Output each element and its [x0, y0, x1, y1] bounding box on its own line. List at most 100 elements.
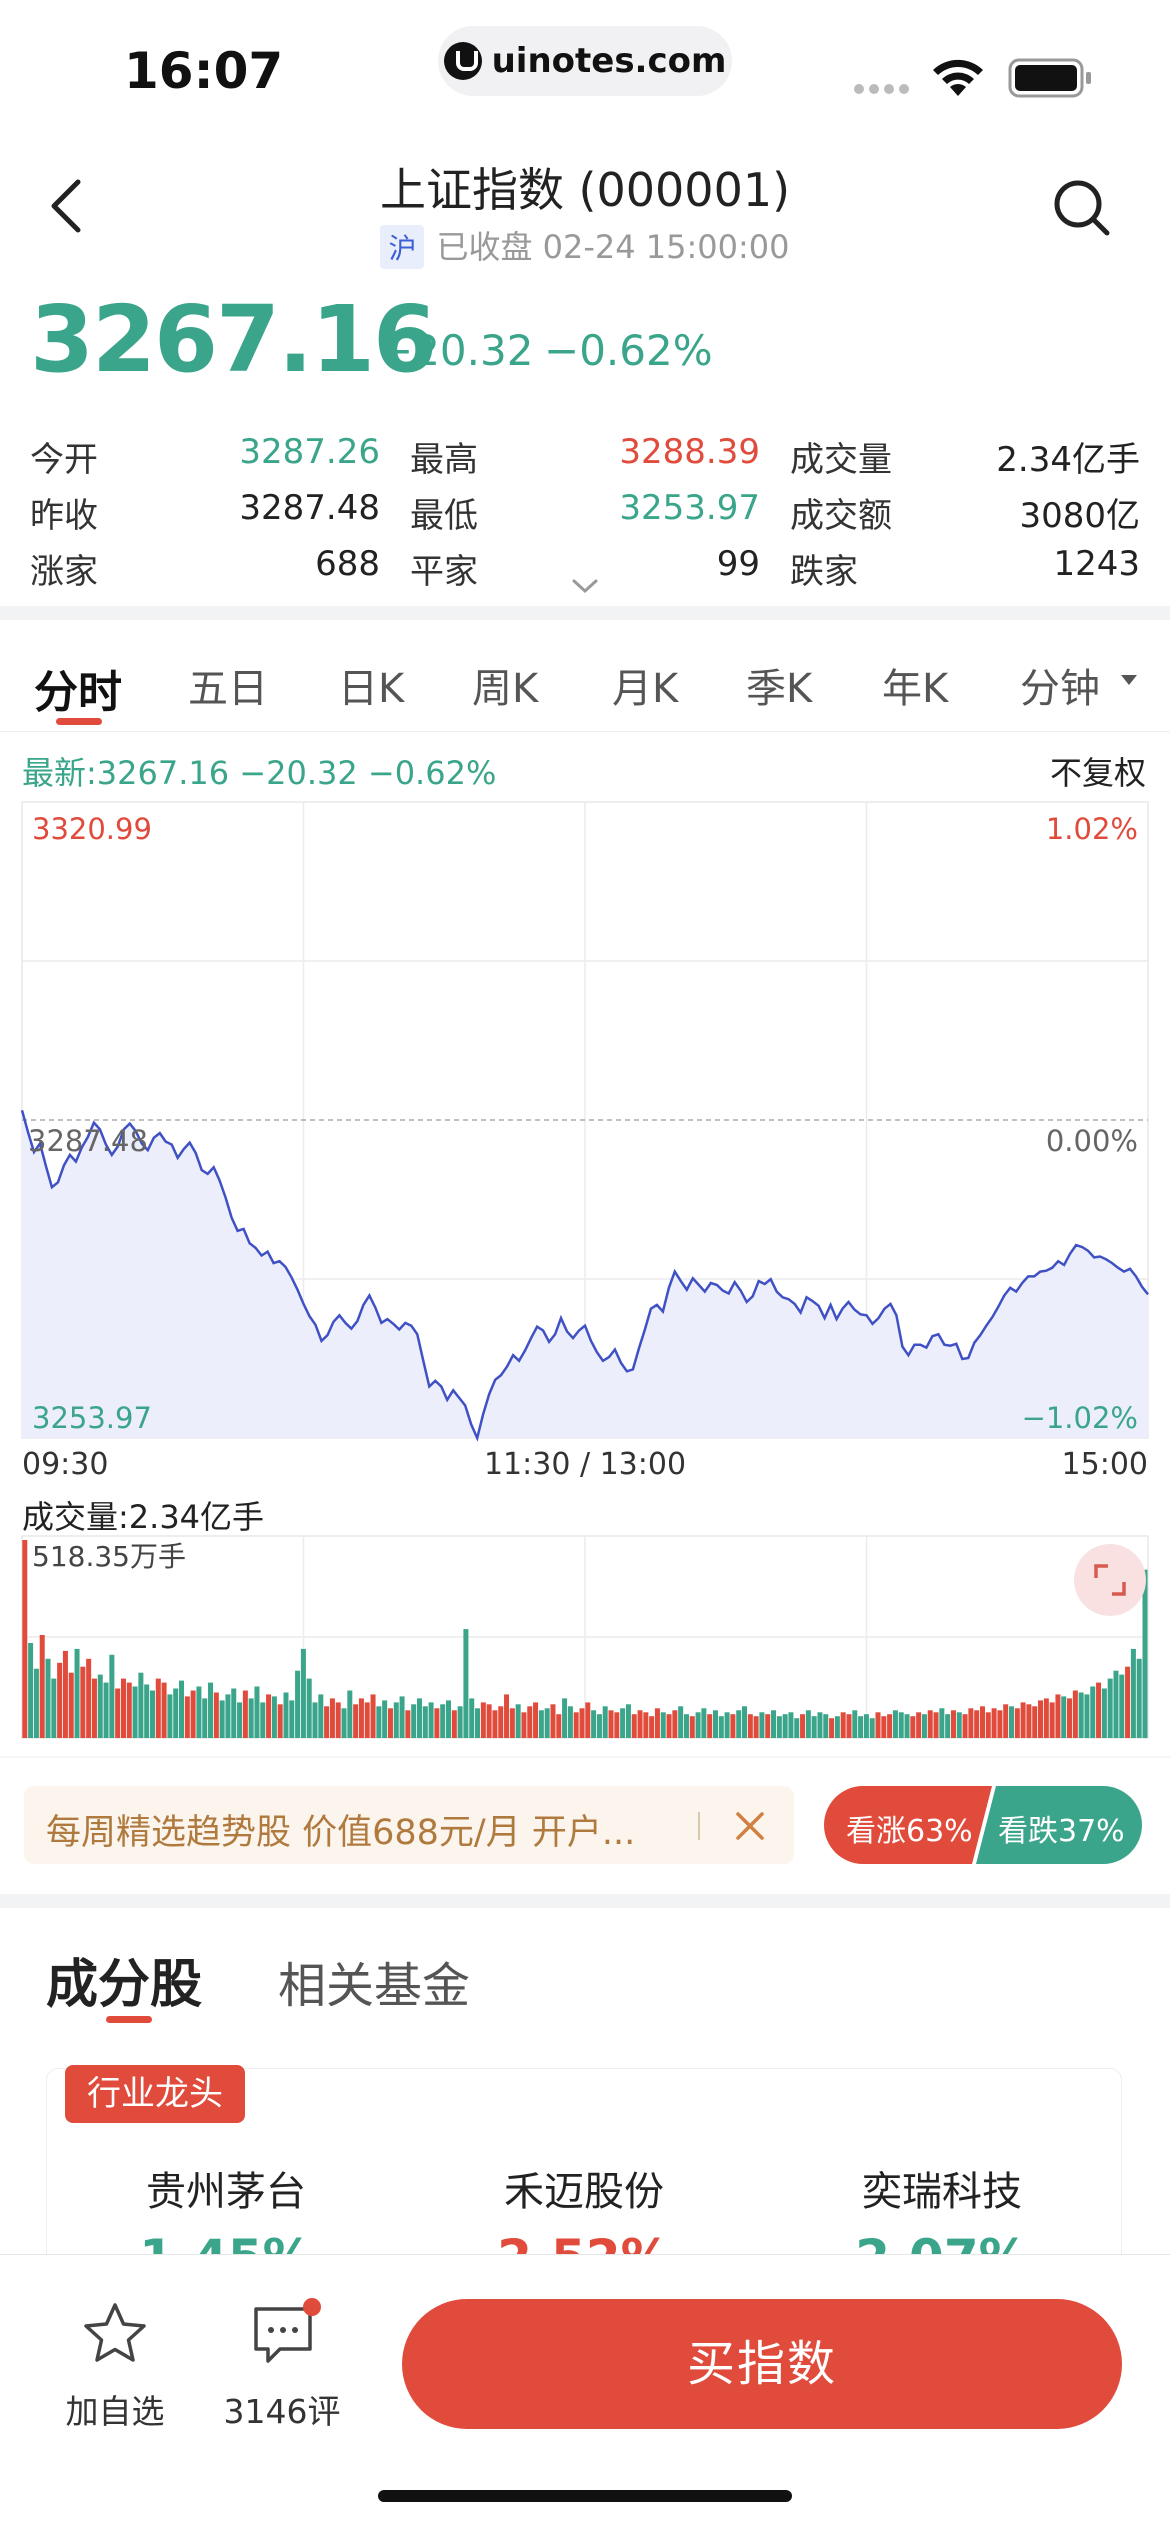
volume-bar [887, 1714, 893, 1738]
search-button[interactable] [1052, 178, 1112, 238]
volume-bar [898, 1712, 904, 1738]
volume-bar [921, 1714, 927, 1738]
adjust-selector[interactable]: 不复权 [1050, 748, 1146, 794]
stat-value: 3253.97 [619, 488, 760, 528]
tab-period[interactable]: 分时 [34, 656, 122, 720]
volume-bar [370, 1694, 376, 1738]
signal-dots-icon [854, 84, 909, 94]
price-change: −20.32 [378, 326, 534, 375]
tab-constituents[interactable]: 成分股 [46, 1942, 202, 2017]
pct-label-low: −1.02% [1022, 1401, 1138, 1435]
volume-bar [329, 1698, 335, 1738]
volume-bar [28, 1643, 34, 1738]
volume-bar [62, 1650, 68, 1738]
x-label-close: 15:00 [1062, 1447, 1148, 1482]
add-watchlist-button[interactable]: 加自选 [60, 2291, 170, 2431]
volume-bar [678, 1706, 684, 1738]
volume-bar [405, 1710, 411, 1738]
volume-bar [231, 1688, 237, 1738]
volume-bar [1003, 1704, 1009, 1738]
volume-bar [1014, 1708, 1020, 1738]
volume-bar [1136, 1658, 1142, 1738]
volume-bar [1049, 1702, 1055, 1738]
volume-bar [382, 1700, 388, 1738]
star-icon [84, 2303, 146, 2362]
volume-bar [631, 1714, 637, 1738]
volume-bar [800, 1714, 806, 1738]
bull-vote-button[interactable]: 看涨63% [846, 1806, 973, 1850]
volume-bar [916, 1712, 922, 1738]
volume-total: 成交量:2.34亿手 [22, 1498, 265, 1536]
volume-bar [979, 1706, 985, 1738]
volume-bar [475, 1708, 481, 1738]
x-label-midday: 11:30 / 13:00 [484, 1447, 686, 1482]
add-watchlist-label: 加自选 [65, 2392, 165, 2431]
close-icon[interactable] [730, 1806, 770, 1846]
fullscreen-button[interactable] [1074, 1544, 1146, 1616]
stat-value: 3080亿 [1019, 496, 1140, 536]
tab-period[interactable]: 年K [882, 656, 948, 714]
latest-quote-line: 最新:3267.16 −20.32 −0.62% [22, 754, 497, 792]
volume-bar [515, 1704, 521, 1738]
leader-stock-name[interactable]: 贵州茅台 [47, 2159, 405, 2217]
volume-bar [1084, 1694, 1090, 1738]
chevron-down-icon[interactable] [572, 578, 598, 594]
volume-bar [57, 1662, 63, 1738]
volume-bar [1078, 1692, 1084, 1738]
volume-bar [1096, 1682, 1102, 1738]
volume-bar [858, 1716, 864, 1738]
volume-bar [341, 1708, 347, 1738]
volume-bar [718, 1716, 724, 1738]
promo-banner[interactable]: 每周精选趋势股 价值688元/月 开户... [24, 1786, 794, 1864]
volume-bar [556, 1714, 562, 1738]
volume-bar [306, 1678, 312, 1738]
volume-bar [161, 1682, 167, 1738]
market-status: 沪已收盘 02-24 15:00:00 [0, 222, 1170, 269]
tab-period[interactable]: 日K [338, 656, 404, 714]
tab-period[interactable]: 分钟 [1020, 656, 1100, 714]
tab-period[interactable]: 周K [472, 656, 538, 714]
stat-label: 昨收 [30, 496, 98, 536]
stat-label: 今开 [30, 440, 98, 480]
sentiment-vote[interactable]: 看涨63% 看跌37% [824, 1786, 1142, 1864]
volume-bar [446, 1700, 451, 1738]
comments-button[interactable]: 3146评 [222, 2291, 342, 2431]
volume-bar [1107, 1678, 1113, 1738]
volume-bar [724, 1712, 730, 1738]
stat-label: 成交额 [790, 496, 892, 536]
volume-bar [997, 1710, 1003, 1738]
tab-period[interactable]: 五日 [188, 656, 268, 714]
tab-period[interactable]: 月K [612, 656, 678, 714]
volume-bar [747, 1714, 753, 1738]
volume-bar [324, 1706, 330, 1738]
volume-bar [771, 1710, 777, 1738]
url-pill[interactable]: uinotes.com [438, 26, 732, 96]
volume-bar [149, 1690, 155, 1738]
promo-text: 每周精选趋势股 价值688元/月 开户... [46, 1813, 636, 1853]
volume-bar [939, 1708, 945, 1738]
tab-related-funds[interactable]: 相关基金 [278, 1946, 470, 2016]
volume-bar [712, 1710, 718, 1738]
leader-stock-name[interactable]: 禾迈股份 [405, 2159, 763, 2217]
volume-bar [248, 1698, 254, 1738]
volume-bar [753, 1716, 759, 1738]
volume-bar [33, 1668, 39, 1738]
volume-bar [829, 1718, 835, 1738]
leader-stock-name[interactable]: 奕瑞科技 [763, 2159, 1121, 2217]
volume-bar [451, 1710, 457, 1738]
volume-bar [689, 1716, 695, 1738]
stat-value: 3288.39 [619, 432, 760, 472]
intraday-chart[interactable]: 3320.99 3287.48 3253.97 1.02% 0.00% −1.0… [0, 790, 1170, 1750]
volume-bar [805, 1710, 811, 1738]
volume-bar [68, 1672, 74, 1738]
buy-index-button[interactable]: 买指数 [402, 2299, 1122, 2429]
volume-bar [126, 1682, 132, 1738]
volume-bar [260, 1702, 266, 1738]
caret-down-icon[interactable] [1120, 674, 1138, 686]
volume-bar [846, 1714, 852, 1738]
volume-bar [86, 1658, 92, 1738]
volume-bar [759, 1712, 765, 1738]
tab-period[interactable]: 季K [746, 656, 812, 714]
volume-bar [974, 1710, 980, 1738]
bear-vote-button[interactable]: 看跌37% [998, 1806, 1125, 1850]
